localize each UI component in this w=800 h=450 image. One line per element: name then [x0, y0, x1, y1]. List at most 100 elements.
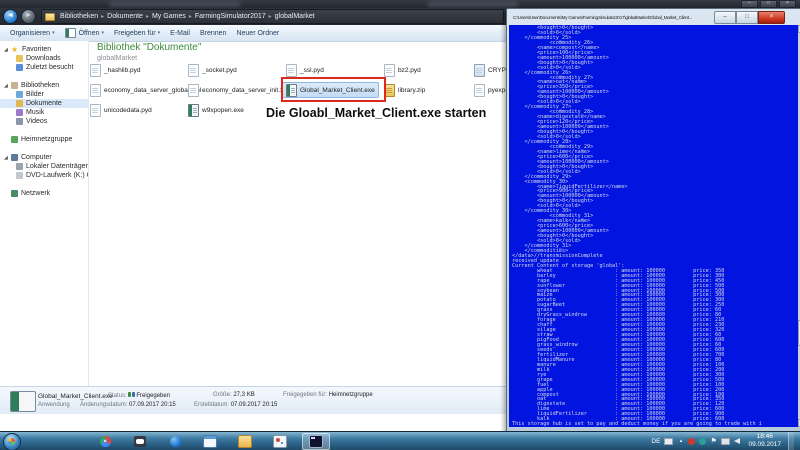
- details-field-value: 07.09.2017 20:15: [231, 402, 278, 408]
- chrome-icon: [100, 436, 111, 447]
- file-item-economy-data-server-global-xml[interactable]: economy_data_server_global.xml: [90, 83, 201, 97]
- sidebar-item-computer[interactable]: ◢Computer: [0, 153, 88, 162]
- details-field-erstelldatum: Erstelldatum: 07.09.2017 20:15: [194, 402, 277, 408]
- console-output: <bought>0</bought> <sold>0</sold> </comm…: [509, 25, 800, 427]
- desktop: – □ × ◄ ► Bibliotheken▸Dokumente▸My Game…: [0, 0, 800, 450]
- taskbar-app-console[interactable]: [302, 433, 330, 450]
- pictures-library-icon: [16, 91, 23, 98]
- app-icon: [65, 28, 76, 38]
- sidebar-item-dokumente[interactable]: Dokumente: [0, 99, 88, 108]
- page-file-icon: [188, 64, 199, 77]
- dll-file-icon: [474, 64, 485, 77]
- page-file-icon: [286, 64, 297, 77]
- green-app-tray-icon[interactable]: [699, 438, 706, 445]
- close-button[interactable]: ×: [779, 0, 796, 8]
- close-button[interactable]: ×: [758, 11, 785, 24]
- shared-people-icon: [128, 392, 135, 397]
- file-item-w9xpopen-exe[interactable]: w9xpopen.exe: [188, 103, 244, 117]
- toolbar-button-freigeben-f-r[interactable]: Freigeben für▾: [114, 30, 160, 37]
- page-file-icon: [474, 84, 485, 97]
- toolbar-button-e-mail[interactable]: E-Mail: [170, 30, 190, 37]
- sidebar-item-bilder[interactable]: Bilder: [0, 90, 88, 99]
- toolbar-button-label: Brennen: [200, 30, 226, 37]
- sidebar-item-label: Dokumente: [26, 100, 62, 107]
- red-app-tray-icon[interactable]: [688, 438, 695, 445]
- page-file-icon: [90, 84, 101, 97]
- envelope-icon[interactable]: [664, 438, 673, 445]
- audio-app-icon: [170, 436, 181, 447]
- selected-file-icon: [10, 391, 36, 412]
- sidebar-item-favoriten[interactable]: ◢★Favoriten: [0, 45, 88, 54]
- file-item-unicodedata-pyd[interactable]: unicodedata.pyd: [90, 103, 152, 117]
- breadcrumb-item-farmingsimulator2017[interactable]: FarmingSimulator2017: [193, 13, 268, 20]
- toolbar-button-label: Freigeben für: [114, 30, 156, 37]
- taskbar-app-chrome[interactable]: [92, 434, 118, 449]
- titlebar-blurred-text: [110, 1, 240, 7]
- sidebar-item-videos[interactable]: Videos: [0, 117, 88, 126]
- taskbar-app-folder[interactable]: [232, 434, 258, 449]
- toolbar-button-neuer-ordner[interactable]: Neuer Ordner: [236, 30, 279, 37]
- system-tray: DE ▴ ⚑ 18:46 09.09.2017: [651, 432, 794, 450]
- local-disk-icon: [16, 163, 23, 170]
- details-field-nderungsdatum: Änderungsdatum: 07.09.2017 20:15: [80, 402, 176, 408]
- forward-button[interactable]: ►: [21, 9, 36, 24]
- back-button[interactable]: ◄: [3, 9, 18, 24]
- clock-time: 18:46: [748, 433, 781, 441]
- toolbar-button-brennen[interactable]: Brennen: [200, 30, 226, 37]
- file-item-economy-data-server-init-xml[interactable]: economy_data_server_init.xml: [188, 83, 290, 97]
- sidebar-item-dvd-laufwerk-k-office1[interactable]: DVD-Laufwerk (K:) OFFICE1: [0, 171, 88, 180]
- action-center-flag-icon[interactable]: ⚑: [710, 438, 717, 445]
- folder-icon: [45, 13, 55, 21]
- annotation-caption: Die Gloabl_Market_Client.exe starten: [266, 106, 486, 120]
- details-field-value: Freigegeben: [136, 393, 170, 399]
- sidebar-item-bibliotheken[interactable]: ◢Bibliotheken: [0, 81, 88, 90]
- sidebar-item-netzwerk[interactable]: Netzwerk: [0, 189, 88, 198]
- breadcrumb-item-globalmarket[interactable]: globalMarket: [273, 13, 317, 20]
- file-item-bz2-pyd[interactable]: bz2.pyd: [384, 63, 421, 77]
- toolbar-button-label: Organisieren: [10, 30, 50, 37]
- start-button[interactable]: [3, 433, 21, 450]
- file-item-ssl-pyd[interactable]: _ssl.pyd: [286, 63, 324, 77]
- maximize-button[interactable]: □: [736, 11, 758, 24]
- minimize-button[interactable]: –: [741, 0, 758, 8]
- breadcrumb[interactable]: Bibliotheken▸Dokumente▸My Games▸FarmingS…: [41, 9, 504, 24]
- minimize-button[interactable]: –: [714, 11, 736, 24]
- sidebar-item-downloads[interactable]: Downloads: [0, 54, 88, 63]
- toolbar-button-organisieren[interactable]: Organisieren▾: [10, 30, 55, 37]
- volume-icon[interactable]: [734, 438, 740, 444]
- sidebar-item-lokaler-datentr-ger-c[interactable]: Lokaler Datenträger (C:): [0, 162, 88, 171]
- file-item-library-zip[interactable]: library.zip: [384, 83, 425, 97]
- file-item-socket-pyd[interactable]: _socket.pyd: [188, 63, 237, 77]
- sidebar-item-musik[interactable]: Musik: [0, 108, 88, 117]
- taskbar-app-paint[interactable]: [267, 434, 293, 449]
- computer-icon: [11, 154, 18, 161]
- notepad-icon: [203, 435, 217, 448]
- sidebar-item-heimnetzgruppe[interactable]: Heimnetzgruppe: [0, 135, 88, 144]
- show-hidden-icons-caret[interactable]: ▴: [677, 438, 684, 445]
- titlebar-blurred-text: [428, 1, 518, 7]
- sidebar-item-zuletzt-besucht[interactable]: Zuletzt besucht: [0, 63, 88, 72]
- network-tray-icon[interactable]: [721, 438, 730, 445]
- breadcrumb-item-my-games[interactable]: My Games: [150, 13, 188, 20]
- taskbar-app-audio[interactable]: [162, 434, 188, 449]
- show-desktop-button[interactable]: [788, 432, 794, 450]
- page-file-icon: [384, 64, 395, 77]
- expander-expanded-icon[interactable]: ◢: [4, 47, 11, 53]
- breadcrumb-item-dokumente[interactable]: Dokumente: [105, 13, 145, 20]
- maximize-button[interactable]: □: [760, 0, 777, 8]
- sidebar-item-label: Lokaler Datenträger (C:): [26, 163, 89, 170]
- taskbar-app-discord[interactable]: [127, 434, 153, 449]
- expander-expanded-icon[interactable]: ◢: [4, 83, 11, 89]
- taskbar-clock[interactable]: 18:46 09.09.2017: [748, 433, 781, 449]
- expander-expanded-icon[interactable]: ◢: [4, 155, 11, 161]
- breadcrumb-item-bibliotheken[interactable]: Bibliotheken: [58, 13, 100, 20]
- taskbar-app-notepad[interactable]: [197, 434, 223, 449]
- sidebar-item-label: DVD-Laufwerk (K:) OFFICE1: [26, 172, 89, 179]
- console-window: C:\Users\User\Documents\My Games\Farming…: [506, 8, 800, 433]
- toolbar-button-label: Öffnen: [79, 30, 100, 37]
- language-indicator[interactable]: DE: [651, 438, 660, 445]
- file-name: library.zip: [398, 87, 425, 94]
- clock-date: 09.09.2017: [748, 441, 781, 449]
- toolbar-button-ffnen[interactable]: Öffnen▾: [65, 28, 104, 38]
- file-item-hashlib-pyd[interactable]: _hashlib.pyd: [90, 63, 141, 77]
